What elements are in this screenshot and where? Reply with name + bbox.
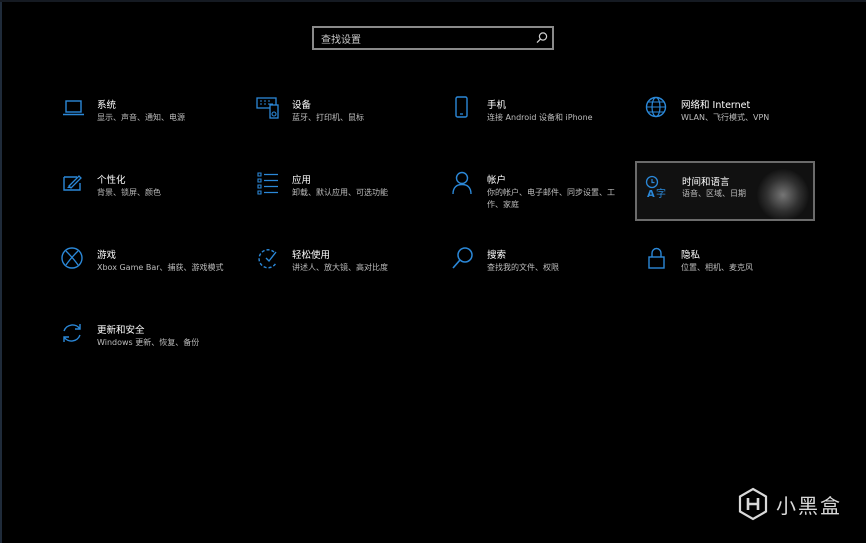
- tile-title: 轻松使用: [292, 250, 331, 261]
- tile-title: 应用: [292, 175, 312, 186]
- tile-description: WLAN、飞行模式、VPN: [681, 113, 770, 122]
- tile-devices[interactable]: 设备 蓝牙、打印机、鼠标: [256, 96, 434, 154]
- tile-description: 查找我的文件、权限: [487, 263, 559, 272]
- watermark-text: 小黑盒: [776, 493, 842, 518]
- apps-icon: [256, 171, 282, 197]
- tile-gaming[interactable]: 游戏 Xbox Game Bar、捕获、游戏模式: [61, 246, 239, 304]
- settings-search-box[interactable]: 查找设置: [312, 26, 554, 50]
- phone-icon: [451, 96, 477, 122]
- tile-description: 位置、相机、麦克风: [681, 263, 753, 272]
- tile-title: 游戏: [97, 250, 117, 261]
- tile-description: 背景、锁屏、颜色: [97, 188, 161, 197]
- tile-description: 连接 Android 设备和 iPhone: [487, 113, 593, 122]
- tile-description: 显示、声音、通知、电源: [97, 113, 185, 122]
- tile-description: Xbox Game Bar、捕获、游戏模式: [97, 263, 224, 272]
- tile-accounts[interactable]: 帐户 你的帐户、电子邮件、同步设置、工作、家庭: [451, 171, 629, 229]
- tile-system[interactable]: 系统 显示、声音、通知、电源: [61, 96, 239, 154]
- heybox-logo-icon: [736, 487, 770, 521]
- tile-title: 隐私: [681, 250, 701, 261]
- svg-text:字: 字: [656, 187, 666, 200]
- personalization-icon: [61, 171, 87, 197]
- tile-search[interactable]: 搜索 查找我的文件、权限: [451, 246, 629, 304]
- tile-network[interactable]: 网络和 Internet WLAN、飞行模式、VPN: [645, 96, 823, 154]
- window-border-top: [0, 0, 866, 2]
- settings-window: 查找设置 系统 显示、声音、通知、电源 设备 蓝牙、打印机、鼠标 手机 连接 A…: [0, 0, 866, 543]
- heybox-watermark: 小黑盒: [736, 487, 842, 521]
- laptop-icon: [61, 96, 87, 122]
- tile-title: 网络和 Internet: [681, 100, 751, 111]
- xbox-icon: [61, 246, 87, 272]
- tile-phone[interactable]: 手机 连接 Android 设备和 iPhone: [451, 96, 629, 154]
- lock-icon: [645, 246, 671, 272]
- globe-icon: [645, 96, 671, 122]
- search-icon: [451, 246, 477, 272]
- tile-title: 手机: [487, 100, 507, 111]
- tile-title: 设备: [292, 100, 312, 111]
- tile-personalization[interactable]: 个性化 背景、锁屏、颜色: [61, 171, 239, 229]
- tile-description: 你的帐户、电子邮件、同步设置、工作、家庭: [487, 188, 615, 209]
- tile-title: 时间和语言: [682, 177, 730, 188]
- window-border-left: [0, 0, 2, 543]
- tile-apps[interactable]: 应用 卸载、默认应用、可选功能: [256, 171, 434, 229]
- person-icon: [451, 171, 477, 197]
- tile-time-language[interactable]: A 字 时间和语言 语音、区域、日期: [635, 161, 815, 221]
- tile-ease-of-access[interactable]: 轻松使用 讲述人、放大镜、高对比度: [256, 246, 434, 304]
- svg-text:A: A: [647, 189, 655, 200]
- tile-description: Windows 更新、恢复、备份: [97, 338, 200, 347]
- tile-description: 卸载、默认应用、可选功能: [292, 188, 388, 197]
- ease-of-access-icon: [256, 246, 282, 272]
- tile-title: 帐户: [487, 175, 507, 186]
- search-placeholder: 查找设置: [321, 35, 361, 46]
- sync-icon: [61, 321, 87, 347]
- tile-description: 语音、区域、日期: [682, 189, 746, 198]
- tile-title: 个性化: [97, 175, 126, 186]
- tile-update-security[interactable]: 更新和安全 Windows 更新、恢复、备份: [61, 321, 239, 379]
- tile-description: 蓝牙、打印机、鼠标: [292, 113, 364, 122]
- tile-title: 系统: [97, 100, 117, 111]
- tile-privacy[interactable]: 隐私 位置、相机、麦克风: [645, 246, 823, 304]
- devices-icon: [256, 96, 282, 122]
- tile-title: 更新和安全: [97, 325, 145, 336]
- tile-description: 讲述人、放大镜、高对比度: [292, 263, 388, 272]
- search-icon[interactable]: [534, 30, 550, 46]
- time-language-icon: A 字: [645, 175, 671, 201]
- tile-title: 搜索: [487, 250, 507, 261]
